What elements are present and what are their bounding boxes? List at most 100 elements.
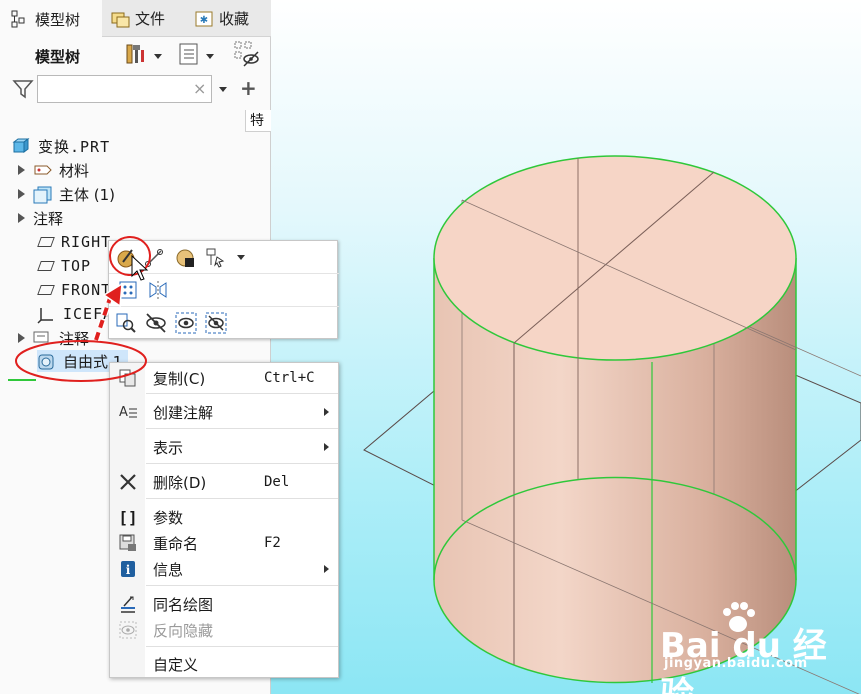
- expand-arrow-icon[interactable]: [18, 189, 25, 199]
- menu-item-label: 重命名: [153, 534, 199, 553]
- graphics-viewport[interactable]: [271, 0, 861, 694]
- favorites-icon: ✱: [194, 9, 214, 29]
- menu-item-label: 参数: [153, 508, 184, 527]
- tree-item-body[interactable]: 主体 (1): [18, 183, 115, 205]
- menu-item-representation[interactable]: 表示: [110, 434, 338, 460]
- watermark-url: jingyan.baidu.com: [664, 656, 808, 671]
- hide-others-icon[interactable]: [205, 312, 227, 334]
- show-icon[interactable]: [175, 312, 197, 334]
- svg-text:i: i: [126, 563, 131, 577]
- part-icon: [12, 138, 30, 154]
- submenu-arrow-icon: [324, 565, 329, 573]
- menu-separator: [146, 463, 338, 464]
- menu-item-label: 反向隐藏: [153, 621, 214, 640]
- tree-root-part[interactable]: 变换.PRT: [12, 135, 110, 157]
- freestyle-feature-icon: [37, 353, 55, 370]
- panel-tabs: 模型树 文件 ✱ 收藏: [0, 0, 271, 38]
- tree-item-label: FRONT: [61, 281, 112, 299]
- mini-toolbar-row: [109, 307, 339, 340]
- chevron-down-icon[interactable]: [237, 255, 245, 260]
- menu-item-label: 创建注解: [153, 403, 214, 422]
- pattern-icon[interactable]: [117, 279, 139, 301]
- tree-item-label: 材料: [59, 161, 90, 180]
- menu-item-delete[interactable]: 删除(D) Del: [110, 469, 338, 495]
- tree-item-right-plane[interactable]: RIGHT: [37, 231, 111, 253]
- mini-toolbar-row: [109, 241, 339, 274]
- datum-plane-icon: [37, 237, 55, 247]
- material-icon[interactable]: [175, 247, 197, 269]
- submenu-arrow-icon: [324, 408, 329, 416]
- menu-item-shortcut: F2: [264, 535, 281, 551]
- tree-item-label: TOP: [61, 257, 92, 275]
- selection-filter-icon[interactable]: [205, 247, 227, 269]
- menu-item-rename[interactable]: 重命名 F2: [110, 530, 338, 556]
- tree-item-label: 注释: [59, 329, 90, 348]
- svg-text:A: A: [119, 405, 128, 420]
- chevron-down-icon: [154, 53, 162, 59]
- show-hide-button[interactable]: [233, 40, 261, 72]
- info-icon: i: [118, 559, 138, 579]
- filter-icon[interactable]: [12, 78, 34, 104]
- chevron-down-icon[interactable]: [219, 87, 227, 92]
- filter-row: × +: [0, 74, 271, 104]
- tree-item-annotation[interactable]: 注释: [18, 207, 63, 229]
- tree-item-top-plane[interactable]: TOP: [37, 255, 91, 277]
- add-icon[interactable]: +: [240, 76, 257, 100]
- model-tree-icon: [10, 9, 30, 29]
- tree-item-label: 注释: [33, 209, 64, 228]
- tree-item-label: RIGHT: [61, 233, 112, 251]
- annotation-feature-icon: [33, 330, 51, 346]
- tab-model-tree[interactable]: 模型树: [0, 0, 102, 38]
- tree-title: 模型树: [35, 48, 81, 66]
- tab-file[interactable]: 文件: [110, 0, 185, 37]
- tree-item-material[interactable]: 材料: [18, 159, 89, 181]
- clear-search-icon[interactable]: ×: [193, 79, 206, 98]
- expand-arrow-icon[interactable]: [18, 333, 25, 343]
- reverse-hide-icon: [118, 620, 138, 640]
- hide-icon[interactable]: [145, 312, 167, 334]
- menu-item-reverse-hide[interactable]: 反向隐藏: [110, 617, 338, 643]
- menu-item-same-name-drawing[interactable]: 同名绘图: [110, 591, 338, 617]
- drawing-icon: [118, 594, 138, 614]
- mini-toolbar-row: [109, 274, 339, 307]
- datum-plane-icon: [37, 261, 55, 271]
- menu-item-customize[interactable]: 自定义: [110, 651, 338, 677]
- column-header-feature[interactable]: 特: [245, 110, 271, 132]
- menu-item-copy[interactable]: 复制(C) Ctrl+C: [110, 365, 338, 391]
- tree-item-front-plane[interactable]: FRONT: [37, 279, 111, 301]
- menu-item-label: 信息: [153, 560, 184, 579]
- material-tag-icon: [33, 162, 52, 178]
- mirror-icon[interactable]: [147, 279, 169, 301]
- submenu-arrow-icon: [324, 443, 329, 451]
- body-icon: [33, 186, 52, 204]
- appearance-icon[interactable]: [115, 247, 137, 269]
- show-hide-icon: [233, 40, 261, 72]
- tab-favorites[interactable]: ✱ 收藏: [194, 0, 271, 37]
- expand-arrow-icon[interactable]: [18, 213, 25, 223]
- find-icon[interactable]: [115, 312, 137, 334]
- tree-item-annotation-2[interactable]: 注释: [18, 327, 89, 349]
- menu-item-label: 复制(C): [153, 369, 206, 388]
- menu-separator: [146, 646, 338, 647]
- tree-item-label: 主体 (1): [59, 185, 116, 204]
- rename-icon: [118, 533, 138, 553]
- menu-item-info[interactable]: i 信息: [110, 556, 338, 582]
- menu-separator: [146, 428, 338, 429]
- cylinder-model-view: [363, 155, 861, 694]
- menu-separator: [146, 393, 338, 394]
- expand-arrow-icon[interactable]: [18, 165, 25, 175]
- menu-item-label: 表示: [153, 438, 184, 457]
- menu-item-create-annotation[interactable]: A 创建注解: [110, 399, 338, 425]
- folder-icon: [110, 9, 130, 29]
- menu-separator: [146, 498, 338, 499]
- menu-item-label: 自定义: [153, 655, 199, 674]
- menu-item-parameters[interactable]: [] 参数: [110, 504, 338, 530]
- tree-item-label: ICEFA: [63, 305, 114, 323]
- delete-icon: [118, 472, 138, 492]
- search-input[interactable]: [37, 75, 212, 103]
- edit-sketch-icon[interactable]: [143, 247, 165, 269]
- tree-item-csys[interactable]: ICEFA: [37, 303, 113, 325]
- tree-display-button[interactable]: [178, 42, 214, 70]
- insert-indicator: [8, 379, 36, 381]
- settings-tools-button[interactable]: [124, 42, 162, 70]
